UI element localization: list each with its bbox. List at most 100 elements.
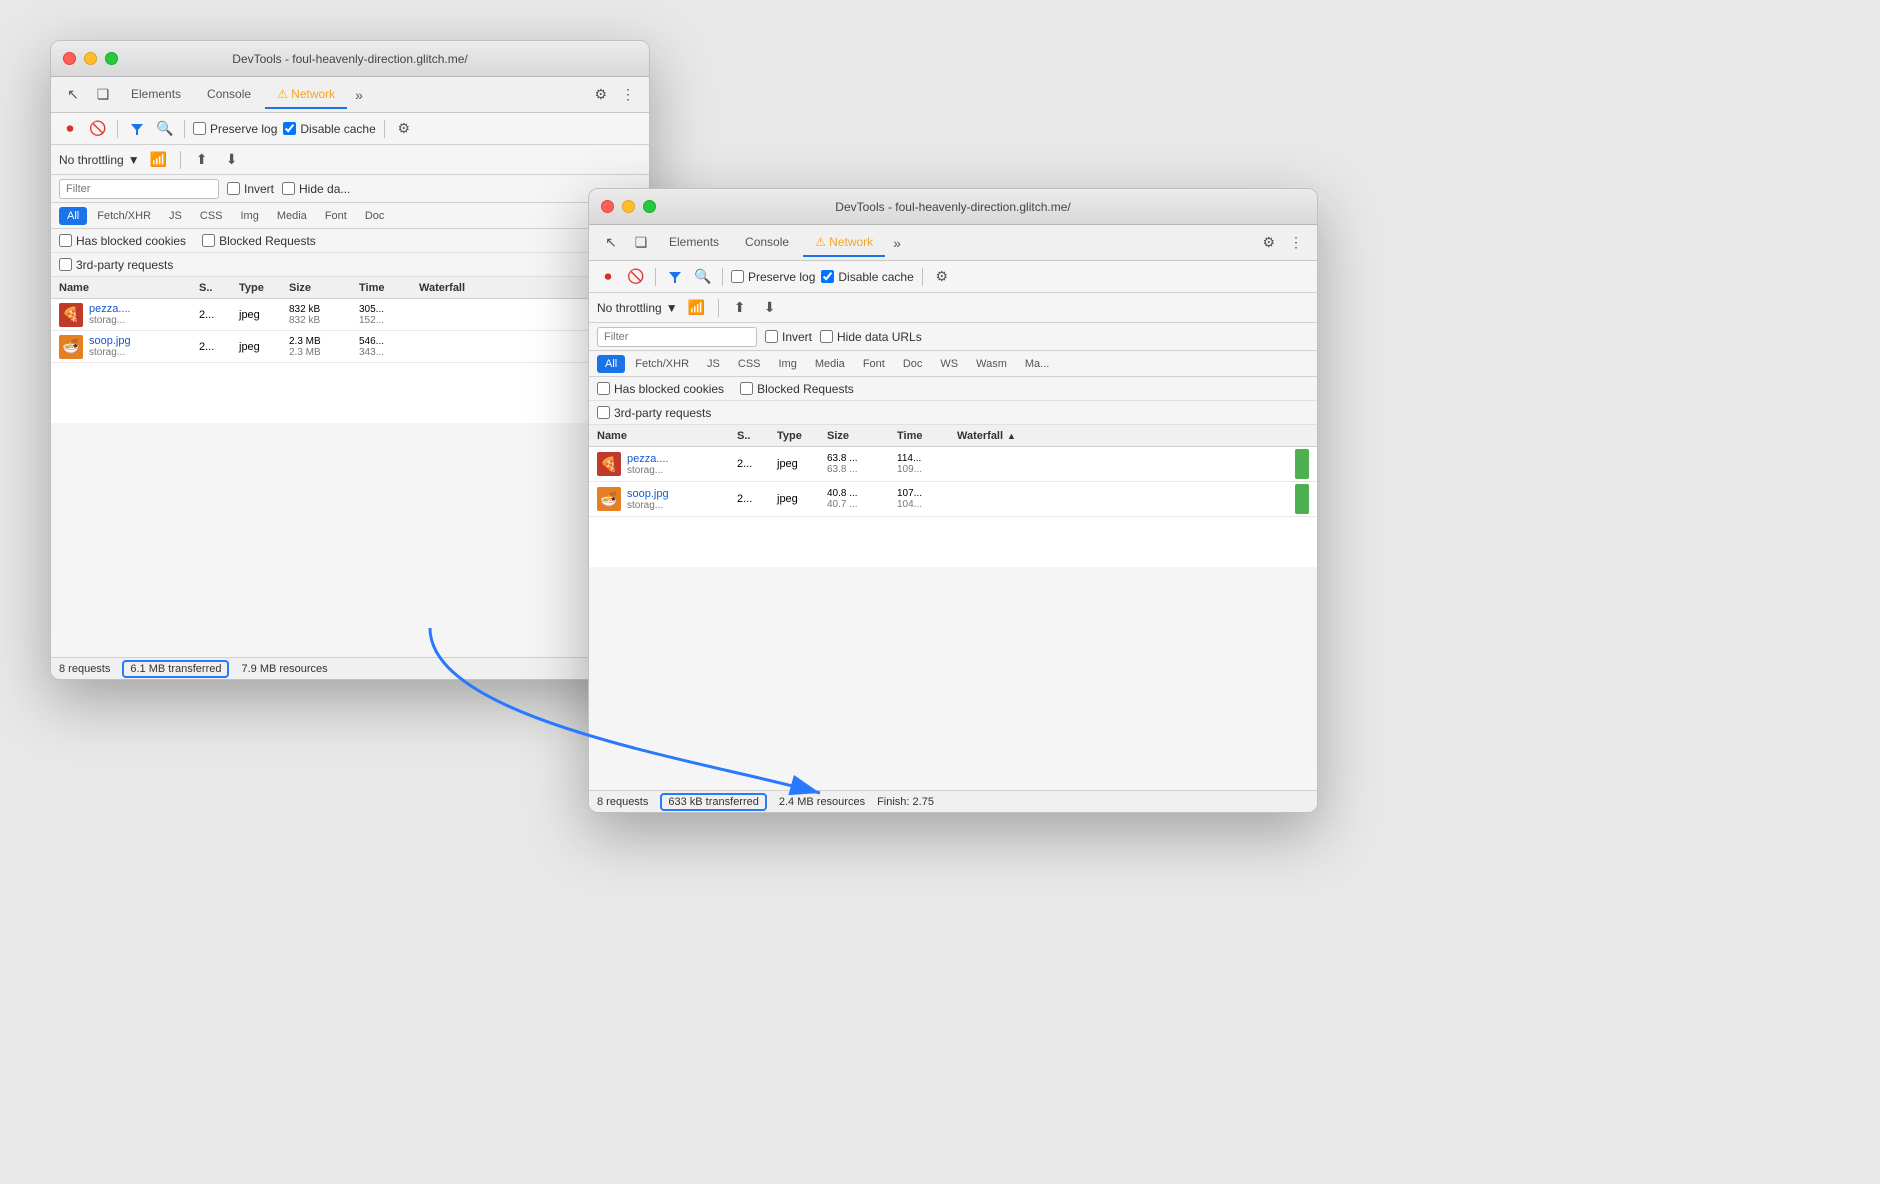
req-tab-css-1[interactable]: CSS bbox=[192, 207, 231, 225]
req-tab-ma-2[interactable]: Ma... bbox=[1017, 355, 1057, 373]
more-tabs-btn-1[interactable]: » bbox=[349, 83, 369, 107]
col-header-type-1[interactable]: Type bbox=[239, 282, 289, 294]
third-party-label-2[interactable]: 3rd-party requests bbox=[597, 406, 711, 420]
req-tab-fetchxhr-1[interactable]: Fetch/XHR bbox=[89, 207, 159, 225]
cursor-icon[interactable]: ↖ bbox=[59, 81, 87, 109]
req-tab-media-2[interactable]: Media bbox=[807, 355, 853, 373]
more-options-icon-2[interactable]: ⋮ bbox=[1283, 230, 1309, 255]
maximize-button-1[interactable] bbox=[105, 52, 118, 65]
preserve-log-checkbox-2[interactable] bbox=[731, 270, 744, 283]
upload-icon-1[interactable]: ⬆ bbox=[191, 149, 213, 171]
blocked-cookies-checkbox-2[interactable] bbox=[597, 382, 610, 395]
minimize-button-2[interactable] bbox=[622, 200, 635, 213]
invert-label-1[interactable]: Invert bbox=[227, 182, 274, 196]
disable-cache-checkbox-2[interactable] bbox=[821, 270, 834, 283]
col-header-waterfall-2[interactable]: Waterfall ▲ bbox=[957, 430, 1309, 442]
hide-data-checkbox-2[interactable] bbox=[820, 330, 833, 343]
hide-data-label-2[interactable]: Hide data URLs bbox=[820, 330, 922, 344]
clear-button-1[interactable]: 🚫 bbox=[87, 118, 109, 140]
record-button-2[interactable]: ⏺ bbox=[597, 266, 619, 288]
blocked-cookies-label-2[interactable]: Has blocked cookies bbox=[597, 382, 724, 396]
blocked-requests-label-1[interactable]: Blocked Requests bbox=[202, 234, 316, 248]
req-tab-js-2[interactable]: JS bbox=[699, 355, 728, 373]
throttle-select-1[interactable]: No throttling ▼ bbox=[59, 153, 140, 167]
req-tab-img-2[interactable]: Img bbox=[771, 355, 805, 373]
tab-console-1[interactable]: Console bbox=[195, 81, 263, 109]
req-tab-img-1[interactable]: Img bbox=[233, 207, 267, 225]
req-tab-all-1[interactable]: All bbox=[59, 207, 87, 225]
hide-data-checkbox-1[interactable] bbox=[282, 182, 295, 195]
tab-elements-2[interactable]: Elements bbox=[657, 229, 731, 257]
clear-button-2[interactable]: 🚫 bbox=[625, 266, 647, 288]
close-button-2[interactable] bbox=[601, 200, 614, 213]
wifi-settings-icon-2[interactable]: 📶 bbox=[686, 297, 708, 319]
table-row-2-2[interactable]: 🍜 soop.jpg storag... 2... jpeg 40.8 ...4… bbox=[589, 482, 1317, 517]
col-header-status-1[interactable]: S.. bbox=[199, 282, 239, 294]
throttle-select-2[interactable]: No throttling ▼ bbox=[597, 301, 678, 315]
settings-icon-2[interactable]: ⚙ bbox=[1256, 230, 1281, 255]
maximize-button-2[interactable] bbox=[643, 200, 656, 213]
preserve-log-label-1[interactable]: Preserve log bbox=[193, 122, 277, 136]
req-tab-font-2[interactable]: Font bbox=[855, 355, 893, 373]
req-tab-all-2[interactable]: All bbox=[597, 355, 625, 373]
hide-data-label-1[interactable]: Hide da... bbox=[282, 182, 350, 196]
throttle-settings-icon-1[interactable]: ⚙ bbox=[393, 118, 415, 140]
tab-network-2[interactable]: ⚠ Network bbox=[803, 229, 885, 257]
invert-checkbox-1[interactable] bbox=[227, 182, 240, 195]
table-row-2-1[interactable]: 🍕 pezza.... storag... 2... jpeg 63.8 ...… bbox=[589, 447, 1317, 482]
throttle-settings-icon-2[interactable]: ⚙ bbox=[931, 266, 953, 288]
req-tab-doc-1[interactable]: Doc bbox=[357, 207, 393, 225]
col-header-status-2[interactable]: S.. bbox=[737, 430, 777, 442]
tab-console-2[interactable]: Console bbox=[733, 229, 801, 257]
col-header-name-1[interactable]: Name bbox=[59, 282, 199, 294]
search-icon-1[interactable]: 🔍 bbox=[154, 118, 176, 140]
download-icon-1[interactable]: ⬇ bbox=[221, 149, 243, 171]
disable-cache-label-1[interactable]: Disable cache bbox=[283, 122, 375, 136]
req-tab-css-2[interactable]: CSS bbox=[730, 355, 769, 373]
col-header-size-1[interactable]: Size bbox=[289, 282, 359, 294]
disable-cache-label-2[interactable]: Disable cache bbox=[821, 270, 913, 284]
layers-icon[interactable]: ❏ bbox=[89, 81, 117, 109]
col-header-time-1[interactable]: Time bbox=[359, 282, 419, 294]
table-row-1-1[interactable]: 🍕 pezza.... storag... 2... jpeg 832 kB83… bbox=[51, 299, 649, 331]
minimize-button-1[interactable] bbox=[84, 52, 97, 65]
col-header-type-2[interactable]: Type bbox=[777, 430, 827, 442]
req-tab-media-1[interactable]: Media bbox=[269, 207, 315, 225]
filter-input-2[interactable] bbox=[597, 327, 757, 347]
filter-input-1[interactable] bbox=[59, 179, 219, 199]
req-tab-js-1[interactable]: JS bbox=[161, 207, 190, 225]
req-tab-font-1[interactable]: Font bbox=[317, 207, 355, 225]
req-tab-ws-2[interactable]: WS bbox=[932, 355, 966, 373]
layers-icon-2[interactable]: ❏ bbox=[627, 229, 655, 257]
tab-elements-1[interactable]: Elements bbox=[119, 81, 193, 109]
col-header-name-2[interactable]: Name bbox=[597, 430, 737, 442]
blocked-cookies-checkbox-1[interactable] bbox=[59, 234, 72, 247]
preserve-log-checkbox-1[interactable] bbox=[193, 122, 206, 135]
blocked-requests-checkbox-2[interactable] bbox=[740, 382, 753, 395]
req-tab-fetchxhr-2[interactable]: Fetch/XHR bbox=[627, 355, 697, 373]
req-tab-doc-2[interactable]: Doc bbox=[895, 355, 931, 373]
tab-network-1[interactable]: ⚠ Network bbox=[265, 81, 347, 109]
invert-label-2[interactable]: Invert bbox=[765, 330, 812, 344]
download-icon-2[interactable]: ⬇ bbox=[759, 297, 781, 319]
third-party-checkbox-2[interactable] bbox=[597, 406, 610, 419]
filter-icon-2[interactable] bbox=[664, 266, 686, 288]
col-header-size-2[interactable]: Size bbox=[827, 430, 897, 442]
third-party-checkbox-1[interactable] bbox=[59, 258, 72, 271]
wifi-settings-icon-1[interactable]: 📶 bbox=[148, 149, 170, 171]
invert-checkbox-2[interactable] bbox=[765, 330, 778, 343]
settings-icon-1[interactable]: ⚙ bbox=[588, 82, 613, 107]
third-party-label-1[interactable]: 3rd-party requests bbox=[59, 258, 173, 272]
disable-cache-checkbox-1[interactable] bbox=[283, 122, 296, 135]
table-row-1-2[interactable]: 🍜 soop.jpg storag... 2... jpeg 2.3 MB2.3… bbox=[51, 331, 649, 363]
col-header-time-2[interactable]: Time bbox=[897, 430, 957, 442]
cursor-icon-2[interactable]: ↖ bbox=[597, 229, 625, 257]
blocked-requests-checkbox-1[interactable] bbox=[202, 234, 215, 247]
upload-icon-2[interactable]: ⬆ bbox=[729, 297, 751, 319]
blocked-requests-label-2[interactable]: Blocked Requests bbox=[740, 382, 854, 396]
preserve-log-label-2[interactable]: Preserve log bbox=[731, 270, 815, 284]
more-options-icon-1[interactable]: ⋮ bbox=[615, 82, 641, 107]
search-icon-2[interactable]: 🔍 bbox=[692, 266, 714, 288]
req-tab-wasm-2[interactable]: Wasm bbox=[968, 355, 1015, 373]
filter-icon-1[interactable] bbox=[126, 118, 148, 140]
